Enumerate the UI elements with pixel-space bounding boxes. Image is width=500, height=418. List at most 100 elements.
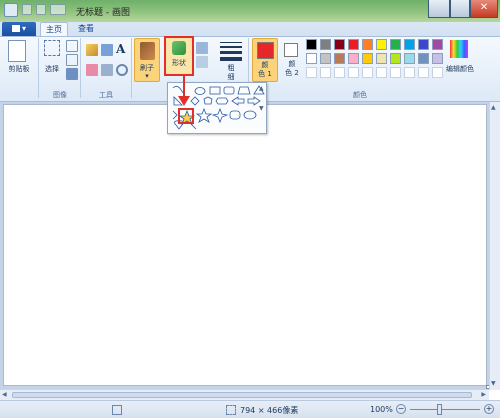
cursor-position-icon	[112, 405, 122, 415]
shapes-label: 形状	[172, 59, 186, 67]
scroll-thumb[interactable]	[12, 392, 472, 398]
save-quick-icon[interactable]	[22, 4, 32, 15]
select-label[interactable]: 选择	[38, 64, 66, 74]
palette-swatch[interactable]	[334, 39, 345, 50]
outline-icon[interactable]	[196, 42, 208, 54]
palette-swatch[interactable]	[418, 53, 429, 64]
palette-swatch[interactable]	[418, 39, 429, 50]
paint-app-icon[interactable]	[4, 3, 18, 17]
tab-view[interactable]: 查看	[72, 22, 100, 36]
edit-colors-label[interactable]: 编辑颜色	[440, 64, 480, 74]
palette-swatch[interactable]	[362, 53, 373, 64]
fill-icon[interactable]	[101, 44, 113, 56]
custom-color-slot[interactable]	[376, 67, 387, 78]
zoom-in-icon[interactable]: +	[484, 404, 494, 414]
tools-group-label: 工具	[99, 91, 113, 99]
close-button[interactable]: ✕	[470, 0, 498, 18]
file-menu-arrow: ▾	[21, 24, 26, 33]
gallery-down-icon[interactable]: ▼	[259, 105, 264, 112]
palette-swatch[interactable]	[376, 39, 387, 50]
shapes-button[interactable]: 形状	[164, 36, 194, 76]
drawing-canvas[interactable]	[3, 104, 487, 386]
custom-color-slot[interactable]	[362, 67, 373, 78]
palette-swatch[interactable]	[390, 53, 401, 64]
clipboard-label[interactable]: 剪贴板	[2, 64, 36, 74]
color1-button[interactable]: 颜 色 1	[252, 38, 278, 82]
five-point-star-shape-icon	[195, 107, 213, 123]
resize-icon[interactable]	[66, 54, 78, 66]
separator	[131, 38, 132, 98]
maximize-button[interactable]	[450, 0, 470, 18]
shapes-icon	[172, 41, 186, 55]
scroll-up-icon[interactable]: ▲	[491, 104, 499, 112]
palette-swatch[interactable]	[334, 53, 345, 64]
file-menu-button[interactable]: ▾	[2, 22, 36, 36]
text-icon[interactable]: A	[116, 43, 128, 55]
palette-swatch[interactable]	[320, 53, 331, 64]
fill-shape-icon[interactable]	[196, 56, 208, 68]
custom-color-slot[interactable]	[334, 67, 345, 78]
oval-shape-icon	[194, 87, 206, 95]
custom-color-slot[interactable]	[390, 67, 401, 78]
palette-swatch[interactable]	[348, 39, 359, 50]
scroll-left-icon[interactable]: ◀	[2, 391, 7, 398]
palette-swatch[interactable]	[320, 39, 331, 50]
palette-swatch[interactable]	[362, 39, 373, 50]
zoom-out-icon[interactable]: −	[396, 404, 406, 414]
palette-swatch[interactable]	[376, 53, 387, 64]
palette-swatch[interactable]	[404, 39, 415, 50]
scroll-down-icon[interactable]: ▼	[491, 380, 499, 388]
size-icon[interactable]	[220, 42, 242, 61]
image-group-label: 图像	[53, 91, 67, 99]
color-palette	[306, 39, 446, 79]
pencil-icon[interactable]	[86, 44, 98, 56]
status-bar: 794 × 466像素 100% − +	[0, 400, 500, 418]
custom-color-slot[interactable]	[306, 67, 317, 78]
title-bar: 无标题 - 画图 ✕	[0, 0, 500, 22]
custom-color-slot[interactable]	[320, 67, 331, 78]
palette-swatch[interactable]	[432, 53, 443, 64]
color-picker-icon[interactable]	[101, 64, 113, 76]
custom-color-slot[interactable]	[418, 67, 429, 78]
scroll-right-icon[interactable]: ▶	[481, 391, 486, 398]
left-arrow-shape-icon	[231, 96, 245, 106]
brushes-button[interactable]: 刷子 ▾	[134, 38, 160, 82]
palette-swatch[interactable]	[390, 39, 401, 50]
crop-icon[interactable]	[66, 40, 78, 52]
minimize-button[interactable]	[428, 0, 450, 18]
custom-color-slot[interactable]	[404, 67, 415, 78]
hexagon-shape-icon	[215, 97, 229, 105]
color2-swatch	[284, 43, 298, 57]
right-arrow-shape-icon	[247, 96, 261, 106]
zoom-level: 100%	[370, 405, 393, 414]
chevron-down-icon: ▾	[145, 72, 149, 80]
callout-oval-shape-icon	[243, 110, 257, 120]
palette-swatch[interactable]	[404, 53, 415, 64]
magnifier-icon[interactable]	[116, 64, 128, 76]
zoom-slider-track[interactable]	[410, 409, 480, 410]
vertical-scrollbar[interactable]: ▲ ▼	[489, 102, 500, 390]
undo-quick-icon[interactable]	[36, 4, 46, 15]
redo-quick-icon[interactable]	[50, 4, 66, 15]
brush-icon	[140, 42, 155, 60]
color1-label: 颜 色 1	[258, 61, 272, 78]
palette-swatch[interactable]	[306, 53, 317, 64]
polygon-shape-icon	[237, 86, 251, 95]
callout-rounded-shape-icon	[229, 110, 241, 120]
horizontal-scrollbar[interactable]: ◀ ▶	[0, 389, 489, 400]
rotate-icon[interactable]	[66, 68, 78, 80]
edit-colors-icon[interactable]	[450, 40, 468, 58]
rounded-rectangle-shape-icon	[223, 86, 235, 95]
eraser-icon[interactable]	[86, 64, 98, 76]
paste-icon[interactable]	[8, 40, 26, 62]
palette-swatch[interactable]	[348, 53, 359, 64]
select-icon[interactable]	[44, 40, 60, 56]
zoom-slider-thumb[interactable]	[437, 404, 442, 415]
color2-button[interactable]: 颜 色 2	[281, 38, 303, 82]
size-label[interactable]: 粗 细	[220, 64, 242, 82]
palette-swatch[interactable]	[432, 39, 443, 50]
tab-home[interactable]: 主页	[40, 22, 68, 36]
palette-swatch[interactable]	[306, 39, 317, 50]
custom-color-slot[interactable]	[348, 67, 359, 78]
gallery-up-icon[interactable]: ▲	[259, 85, 264, 92]
